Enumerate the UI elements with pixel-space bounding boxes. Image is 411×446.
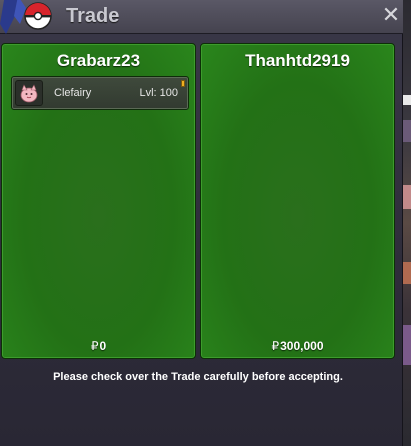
pokedollar-icon: ₽ xyxy=(271,339,280,353)
close-icon: ✕ xyxy=(381,3,401,28)
window-title: Trade xyxy=(66,5,120,27)
title-bar[interactable]: Trade ✕ xyxy=(0,0,403,34)
money-amount-left: 0 xyxy=(99,339,107,353)
background-fragment xyxy=(403,185,411,209)
pokemon-name: Clefairy xyxy=(54,87,92,99)
background-fragment xyxy=(403,120,411,142)
pokemon-slot-clefairy[interactable]: Clefairy Lvl: 100 xyxy=(11,76,189,110)
partner-offer-panel: Thanhtd2919 ₽300,000 xyxy=(200,43,395,359)
money-offer-left: ₽0 xyxy=(2,339,195,353)
pokeball-logo-icon xyxy=(0,0,52,34)
background-fragment xyxy=(403,325,411,365)
background-game-edge xyxy=(403,0,411,446)
money-amount-right: 300,000 xyxy=(280,339,324,353)
trade-warning-message: Please check over the Trade carefully be… xyxy=(53,371,343,383)
trainer-name-right: Thanhtd2919 xyxy=(245,51,350,70)
background-fragment xyxy=(403,95,411,105)
my-offer-panel: Grabarz23 Clefairy Lvl: 100 ₽0 xyxy=(1,43,196,359)
trade-window: Trade ✕ Grabarz23 Clefairy Lvl: 100 ₽0 T… xyxy=(0,0,403,446)
money-offer-right: ₽300,000 xyxy=(201,339,394,353)
held-item-marker-icon xyxy=(181,80,185,87)
trainer-name-left: Grabarz23 xyxy=(56,51,141,70)
background-fragment xyxy=(403,262,411,284)
pokemon-level: Lvl: 100 xyxy=(139,87,178,99)
close-button[interactable]: ✕ xyxy=(380,4,402,28)
clefairy-icon xyxy=(15,80,43,106)
pokedollar-icon: ₽ xyxy=(90,339,99,353)
